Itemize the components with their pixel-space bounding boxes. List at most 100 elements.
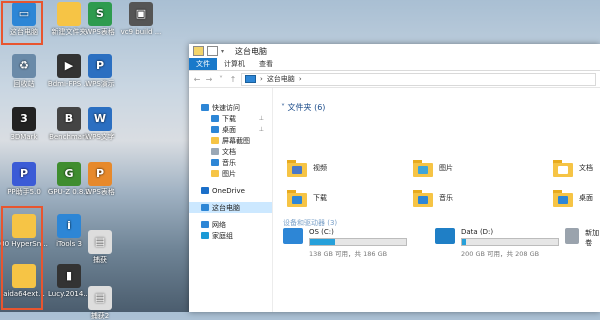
folder-icon [193, 46, 204, 56]
desktop-icon-label: PP助手5.0 [7, 188, 41, 196]
drive-free-space: 138 GB 可用，共 186 GB [309, 250, 388, 258]
tab-view[interactable]: 查看 [252, 58, 280, 70]
folder-label: 视频 [313, 164, 327, 172]
desktop-icon-item[interactable]: ▤ 捕获2 [76, 286, 124, 320]
desktop-icon-item[interactable]: ♻ 回收站 [0, 54, 48, 88]
explorer-window: ▾ 这台电脑 文件 计算机 查看 ← → ˅ ↑ › 这台电脑 › 快速访问 下载… [189, 44, 600, 312]
documents-icon [553, 159, 573, 177]
ribbon-tabs: 文件 计算机 查看 [189, 58, 600, 71]
nav-item[interactable]: 网络 [189, 219, 272, 230]
image-icon: ▤ [88, 230, 112, 254]
folder-item[interactable]: 桌面 [553, 188, 593, 208]
content-pane: ˅ 文件夹 (6) 视频 图片 文档下载 音乐 桌面 设备和驱动器 (3) OS (C:… [275, 88, 600, 312]
pin-icon[interactable]: ⊥ [259, 126, 264, 133]
folder-label: 文档 [579, 164, 593, 172]
folder-item[interactable]: 音乐 [413, 188, 453, 208]
nav-item[interactable]: 这台电脑 [189, 202, 272, 213]
wps-writer-icon: W [88, 107, 112, 131]
folder-label: 图片 [439, 164, 453, 172]
nav-item[interactable]: 桌面 ⊥ [189, 124, 272, 135]
picture-icon [211, 170, 219, 177]
music-icon [211, 159, 219, 166]
download-icon [211, 115, 219, 122]
drive-usage-bar [461, 238, 559, 246]
videos-icon [287, 159, 307, 177]
drive-item[interactable]: Data (D:) 200 GB 可用，共 208 GB [435, 228, 559, 258]
quick-access-toolbar-icon[interactable] [207, 46, 218, 56]
pin-icon[interactable]: ⊥ [259, 115, 264, 122]
forward-icon[interactable]: → [205, 75, 213, 84]
nav-item[interactable]: 快速访问 [189, 102, 272, 113]
folder-item[interactable]: 视频 [287, 158, 327, 178]
folders-header-label: 文件夹 (6) [287, 103, 326, 112]
nav-item-label: 快速访问 [212, 103, 240, 112]
nav-item-label: OneDrive [212, 186, 245, 195]
drive-name: 新加卷 [585, 229, 600, 247]
breadcrumb: 这台电脑 [266, 75, 295, 83]
music-icon [413, 189, 433, 207]
drive-usage-fill [310, 239, 335, 245]
tab-computer[interactable]: 计算机 [217, 58, 252, 70]
nav-item-label: 音乐 [222, 158, 236, 167]
desktop-icon-label: 捕获2 [90, 312, 110, 320]
desktop-icon-label: 捕获 [93, 256, 107, 264]
wps-sheet-icon: S [88, 2, 112, 26]
nav-item-label: 家庭组 [212, 231, 233, 240]
desktop-icon-item[interactable]: P WPS表格 [76, 162, 124, 196]
nav-item[interactable]: 家庭组 [189, 230, 272, 241]
network-icon [201, 221, 209, 228]
folder-label: 下载 [313, 194, 327, 202]
folder-item[interactable]: 图片 [413, 158, 453, 178]
devices-header-label: 设备和驱动器 (3) [283, 219, 338, 227]
document-icon [211, 148, 219, 155]
nav-item[interactable]: 屏幕截图 [189, 135, 272, 146]
up-icon[interactable]: ↑ [229, 75, 237, 84]
pp-icon: P [12, 162, 36, 186]
desktop-icon-label: WPS表格 [85, 188, 115, 196]
drive-item[interactable]: OS (C:) 138 GB 可用，共 186 GB [283, 228, 407, 258]
desktop-icon-label: WPS文字 [85, 133, 115, 141]
address-field[interactable]: › 这台电脑 › [241, 72, 596, 86]
tab-file[interactable]: 文件 [189, 58, 217, 70]
desktop-icon-label: vc9 build ... [120, 28, 162, 36]
address-bar: ← → ˅ ↑ › 这台电脑 › [189, 71, 600, 88]
desktop-icon-item[interactable]: P PP助手5.0 [0, 162, 48, 196]
desktop-icon-item[interactable]: ▣ vc9 build ... [117, 2, 165, 36]
nav-item-label: 图片 [222, 169, 236, 178]
nav-item[interactable]: OneDrive [189, 185, 272, 196]
devices-section-header[interactable]: 设备和驱动器 (3) [283, 218, 337, 228]
nav-item[interactable]: 音乐 [189, 157, 272, 168]
nav-item[interactable]: 文档 [189, 146, 272, 157]
computer-icon [245, 75, 256, 83]
nav-item-label: 网络 [212, 220, 226, 229]
recent-dropdown-icon[interactable]: ˅ [217, 75, 225, 84]
downloads-icon [287, 189, 307, 207]
desktop-icon-item[interactable]: W WPS文字 [76, 107, 124, 141]
folder-item[interactable]: 文档 [553, 158, 593, 178]
homegroup-icon [201, 232, 209, 239]
nav-item-label: 文档 [222, 147, 236, 156]
nav-item-label: 这台电脑 [212, 203, 240, 212]
wps-presentation-icon: P [88, 54, 112, 78]
folders-section-header[interactable]: ˅ 文件夹 (6) [281, 102, 325, 113]
desktop-icon-item[interactable]: P WPS演示 [76, 54, 124, 88]
installer-icon: ▣ [129, 2, 153, 26]
folder-icon [211, 137, 219, 144]
back-icon[interactable]: ← [193, 75, 201, 84]
dropdown-icon[interactable]: ▾ [221, 48, 224, 55]
desktop-icon [553, 189, 573, 207]
drive-item[interactable]: 新加卷 [565, 228, 600, 248]
folder-item[interactable]: 下载 [287, 188, 327, 208]
nav-item-label: 屏幕截图 [222, 136, 250, 145]
desktop-icon-item[interactable]: ▤ 捕获 [76, 230, 124, 264]
nav-item[interactable]: 图片 [189, 168, 272, 179]
drive-free-space: 200 GB 可用，共 208 GB [461, 250, 540, 258]
image-icon: ▤ [88, 286, 112, 310]
desktop-icon-item[interactable]: 3 3DMark [0, 107, 48, 141]
highlight-computer-icon [1, 1, 43, 45]
desktop-icon-label: WPS演示 [85, 80, 115, 88]
hdd-icon [565, 228, 580, 244]
title-bar: ▾ 这台电脑 [189, 44, 600, 58]
nav-item[interactable]: 下载 ⊥ [189, 113, 272, 124]
recycle-bin-icon: ♻ [12, 54, 36, 78]
